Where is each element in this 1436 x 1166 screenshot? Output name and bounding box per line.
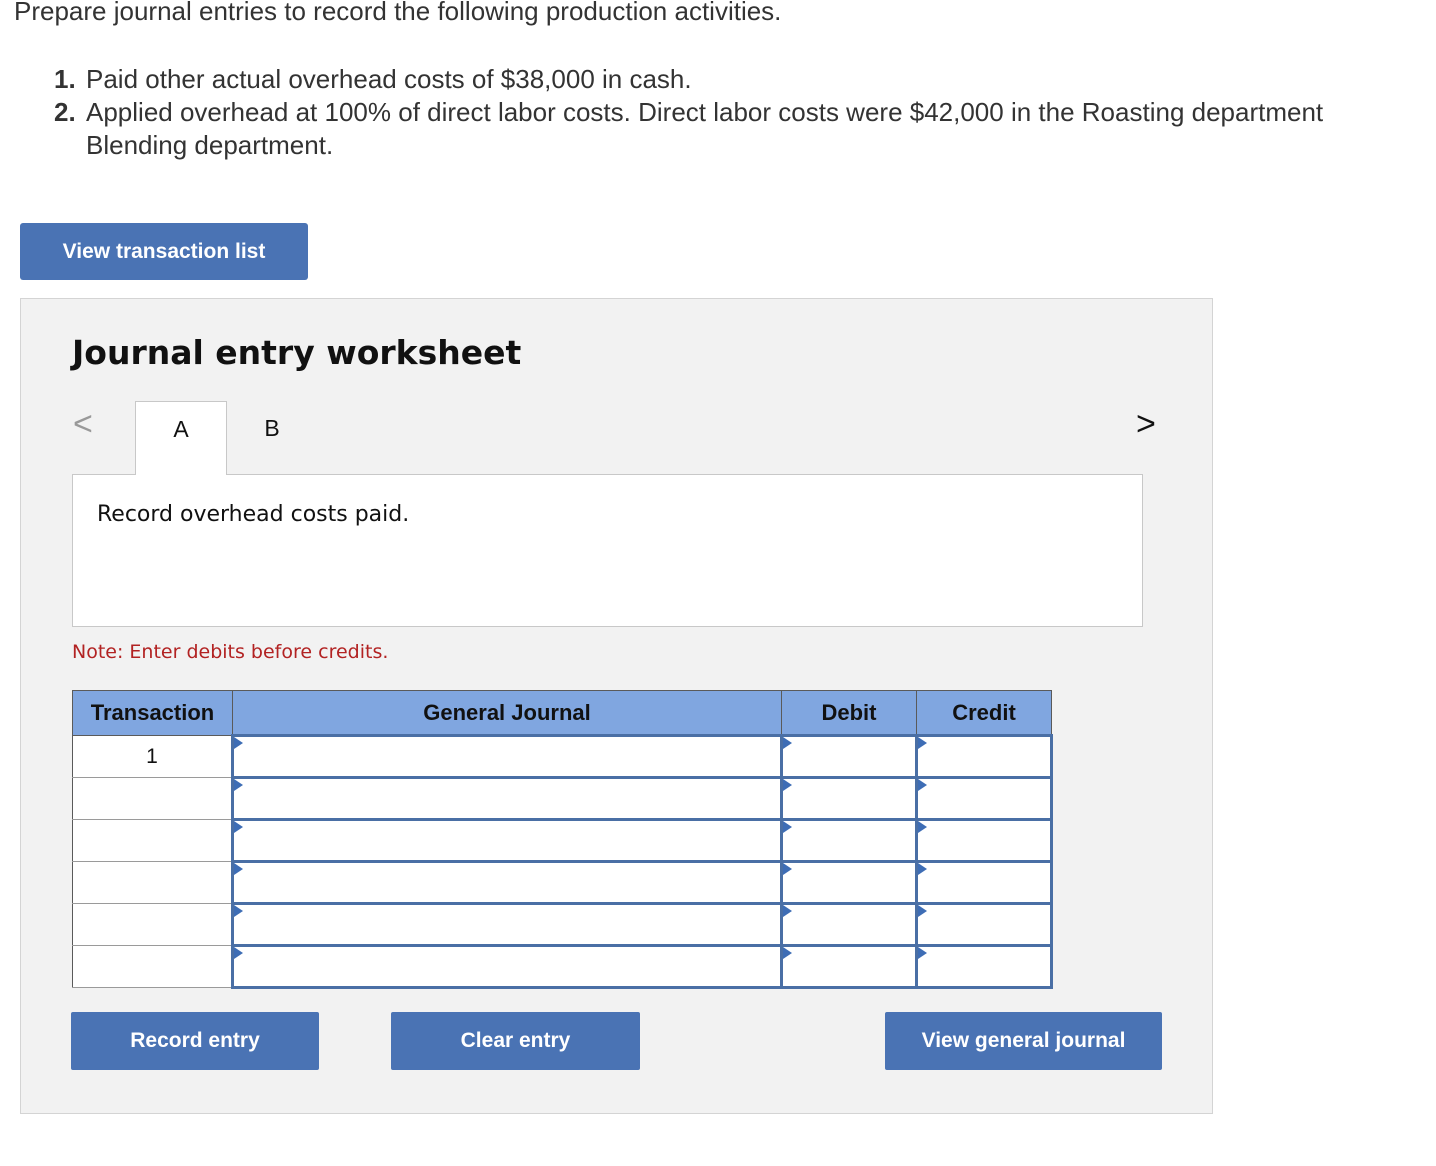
transaction-number-cell	[72, 945, 233, 988]
credit-input[interactable]	[915, 902, 1053, 947]
credit-input[interactable]	[915, 944, 1053, 989]
account-select[interactable]	[231, 860, 783, 905]
header-general-journal: General Journal	[232, 690, 782, 736]
journal-row	[72, 818, 1053, 863]
activity-item: 1. Paid other actual overhead costs of $…	[54, 63, 1434, 96]
chevron-right-icon[interactable]: >	[1136, 407, 1156, 441]
activity-number: 2.	[54, 97, 76, 127]
account-select[interactable]	[231, 734, 783, 779]
view-general-journal-button[interactable]: View general journal	[885, 1012, 1162, 1070]
journal-row: 1	[72, 734, 1053, 779]
tab-a[interactable]: A	[135, 401, 227, 475]
activity-number: 1.	[54, 64, 76, 94]
chevron-left-icon[interactable]: <	[73, 407, 93, 441]
transaction-description-box: Record overhead costs paid.	[72, 474, 1143, 627]
activity-text: Applied overhead at 100% of direct labor…	[86, 97, 1324, 127]
transaction-number-cell	[72, 777, 233, 820]
debit-input[interactable]	[780, 902, 918, 947]
account-select[interactable]	[231, 944, 783, 989]
activity-list: 1. Paid other actual overhead costs of $…	[54, 63, 1434, 162]
journal-header-row: Transaction General Journal Debit Credit	[72, 690, 1052, 736]
journal-table: Transaction General Journal Debit Credit…	[72, 690, 1053, 989]
debit-input[interactable]	[780, 776, 918, 821]
debit-input[interactable]	[780, 818, 918, 863]
worksheet-title: Journal entry worksheet	[72, 333, 522, 372]
journal-entry-worksheet-panel: Journal entry worksheet < A B > Record o…	[20, 298, 1213, 1114]
activity-text-continued: Blending department.	[86, 130, 334, 160]
account-select[interactable]	[231, 902, 783, 947]
header-transaction: Transaction	[72, 690, 233, 736]
header-debit: Debit	[781, 690, 917, 736]
clear-entry-button[interactable]: Clear entry	[391, 1012, 640, 1070]
credit-input[interactable]	[915, 776, 1053, 821]
header-credit: Credit	[916, 690, 1052, 736]
activity-item: 2. Applied overhead at 100% of direct la…	[54, 96, 1434, 162]
account-select[interactable]	[231, 776, 783, 821]
journal-row	[72, 860, 1053, 905]
credit-input[interactable]	[915, 860, 1053, 905]
record-entry-button[interactable]: Record entry	[71, 1012, 319, 1070]
debit-input[interactable]	[780, 860, 918, 905]
transaction-description: Record overhead costs paid.	[97, 502, 410, 527]
debit-input[interactable]	[780, 734, 918, 779]
activity-text: Paid other actual overhead costs of $38,…	[86, 64, 692, 94]
journal-row	[72, 944, 1053, 989]
view-transaction-list-button[interactable]: View transaction list	[20, 223, 308, 280]
debit-input[interactable]	[780, 944, 918, 989]
tab-b[interactable]: B	[226, 401, 318, 475]
credit-input[interactable]	[915, 818, 1053, 863]
transaction-number-cell: 1	[72, 735, 233, 778]
account-select[interactable]	[231, 818, 783, 863]
entry-note: Note: Enter debits before credits.	[72, 641, 389, 663]
credit-input[interactable]	[915, 734, 1053, 779]
transaction-number-cell	[72, 819, 233, 862]
problem-intro: Prepare journal entries to record the fo…	[14, 0, 782, 26]
transaction-number-cell	[72, 861, 233, 904]
journal-row	[72, 776, 1053, 821]
transaction-number-cell	[72, 903, 233, 946]
journal-row	[72, 902, 1053, 947]
